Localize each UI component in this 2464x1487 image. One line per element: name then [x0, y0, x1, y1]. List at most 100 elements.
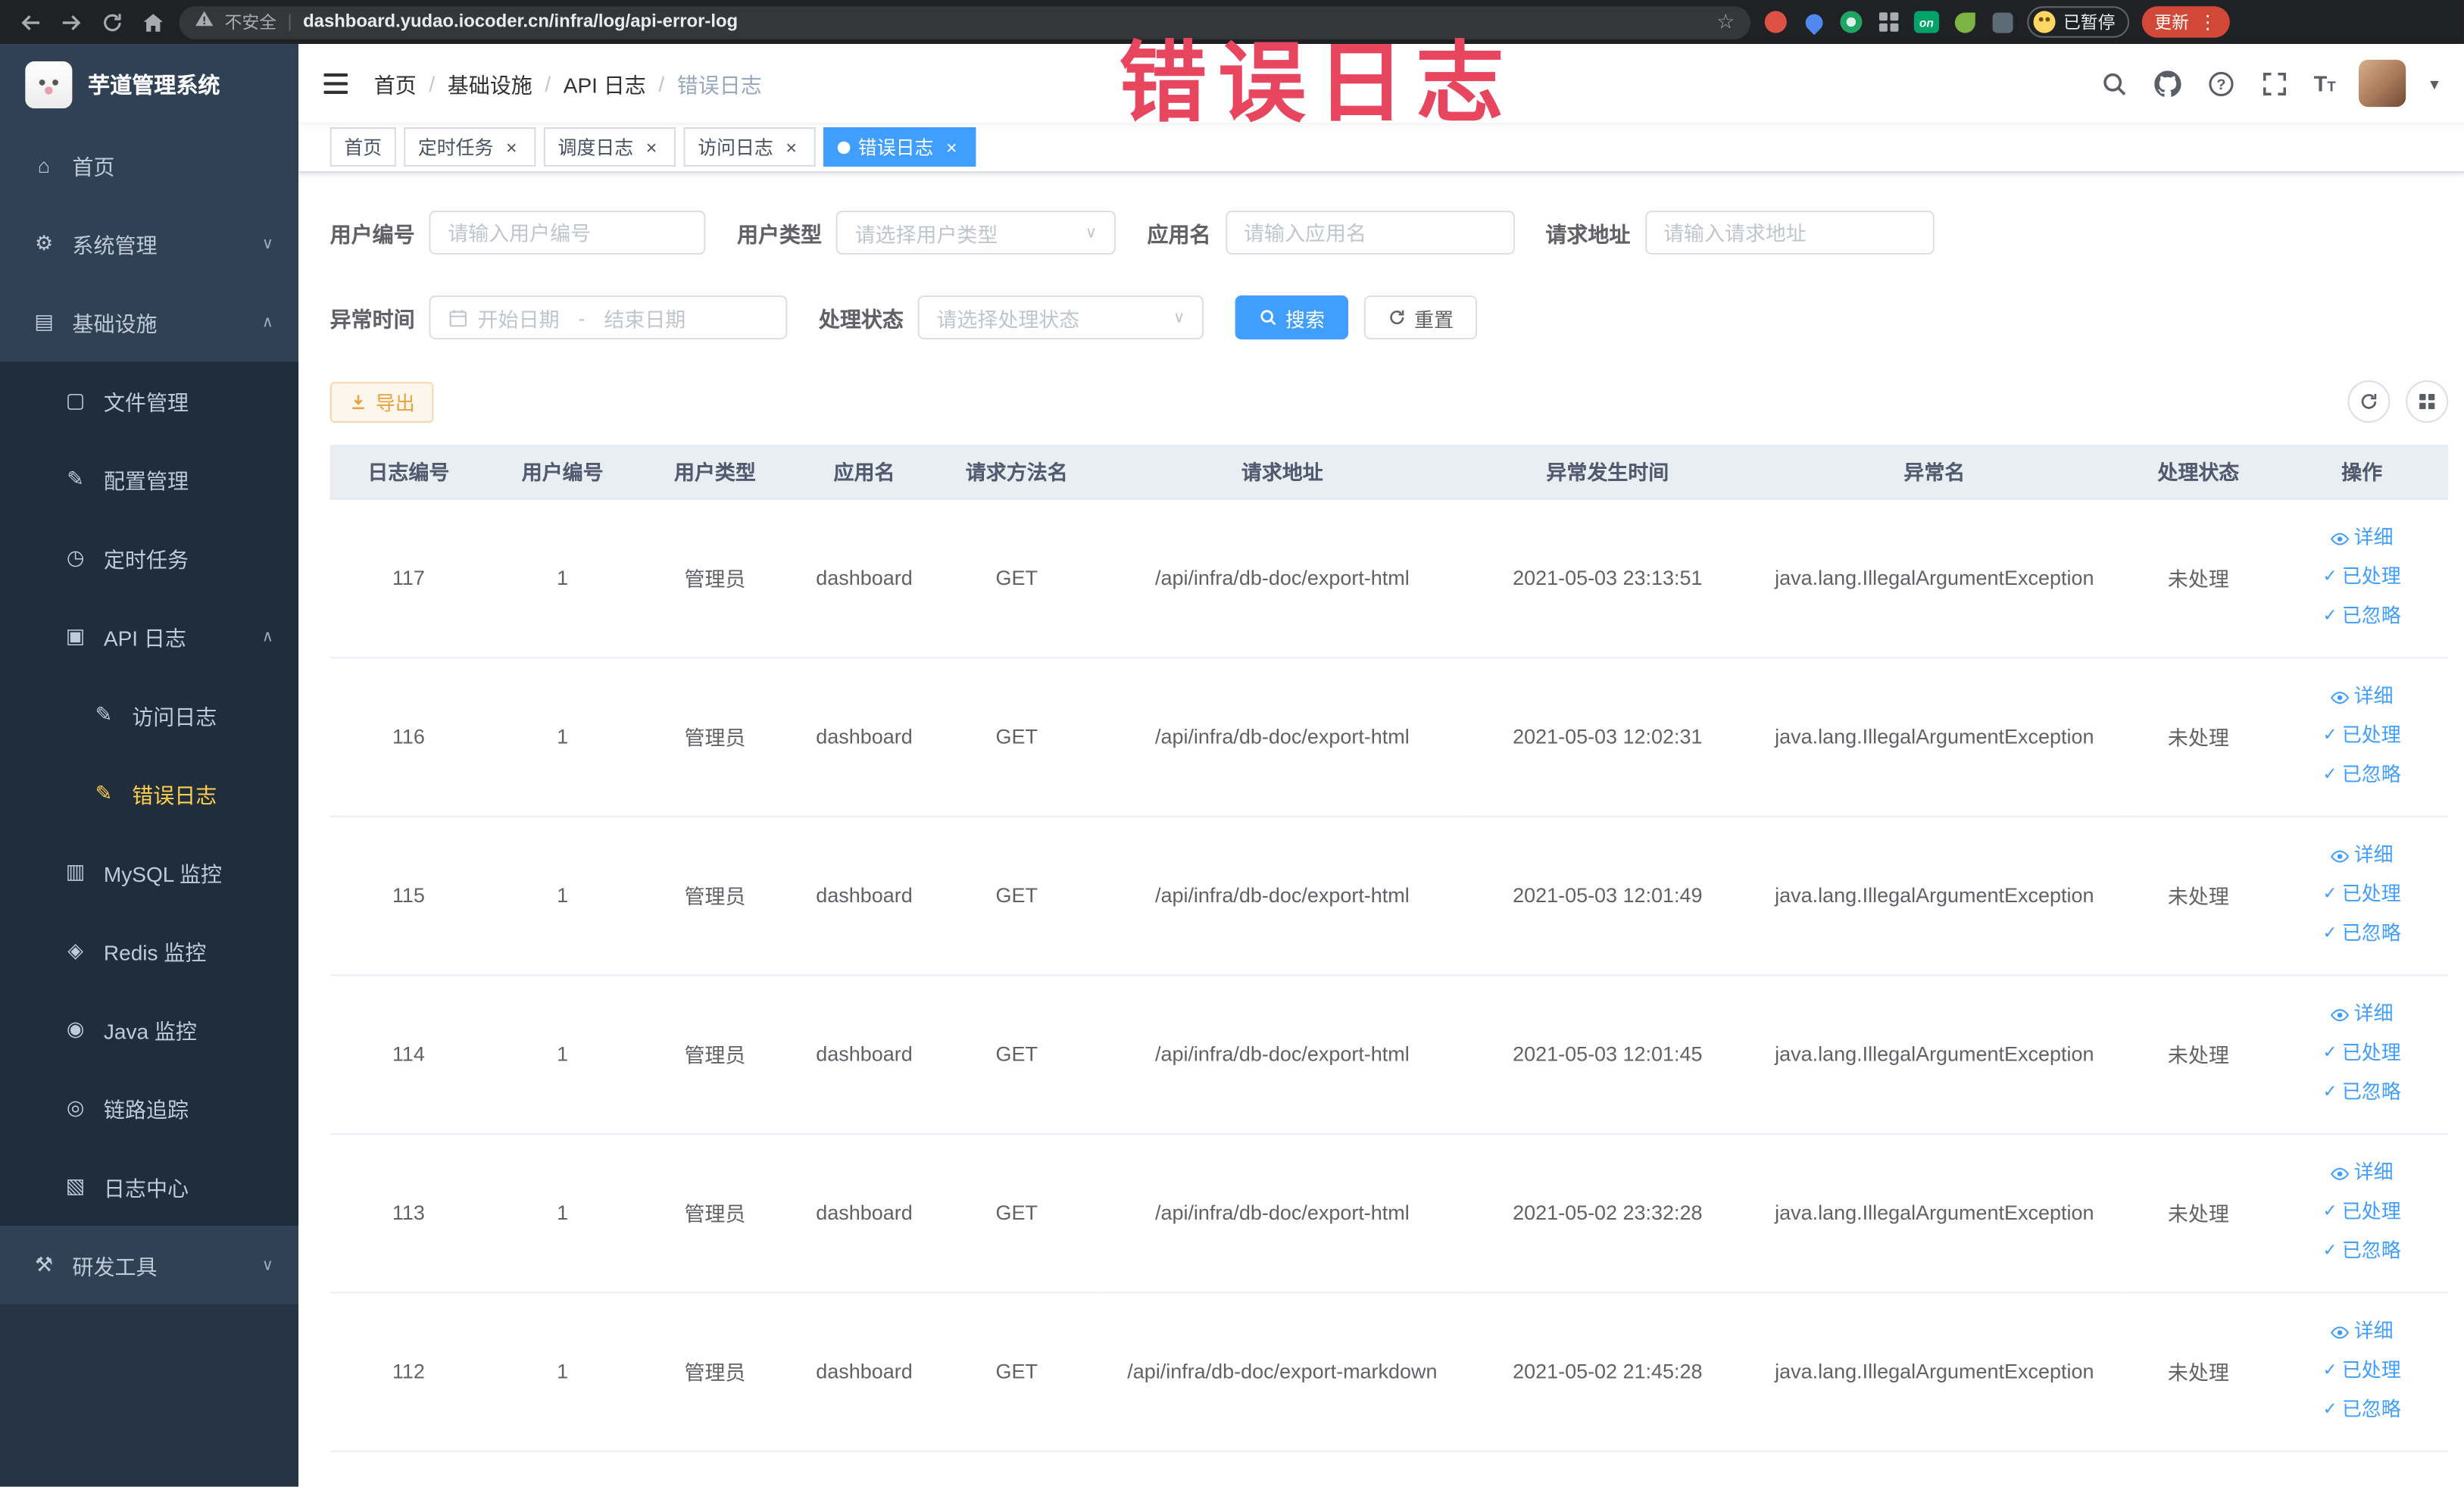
app-name-input[interactable]: [1225, 210, 1514, 255]
sidebar-item-java-monitor[interactable]: ◉ Java 监控: [0, 989, 299, 1069]
url-text: dashboard.yudao.iocoder.cn/infra/log/api…: [303, 12, 739, 32]
github-icon[interactable]: [2153, 68, 2183, 98]
cell-request-url: /api/infra/db-doc/export-html: [1097, 974, 1468, 1134]
sidebar-item-api-log[interactable]: ▣ API 日志 ∧: [0, 597, 299, 676]
sidebar-item-error-log[interactable]: ✎ 错误日志: [0, 754, 299, 833]
user-type-select[interactable]: 请选择用户类型 ∨: [835, 210, 1116, 255]
tab-label: 首页: [344, 136, 383, 159]
reset-button[interactable]: 重置: [1363, 295, 1478, 340]
export-button[interactable]: 导出: [329, 381, 434, 423]
extension-dark-icon[interactable]: [1989, 9, 2014, 34]
refresh-button[interactable]: [2347, 380, 2391, 423]
omnibox-separator: |: [287, 12, 292, 32]
profile-sync-paused-chip[interactable]: 已暂停: [2027, 6, 2130, 38]
tab-error-log[interactable]: 错误日志 ×: [823, 127, 976, 167]
back-icon[interactable]: [16, 8, 44, 36]
address-bar[interactable]: 不安全 | dashboard.yudao.iocoder.cn/infra/l…: [179, 5, 1751, 39]
user-id-input[interactable]: [429, 210, 706, 255]
avatar[interactable]: [2359, 59, 2407, 108]
sidebar-item-system-management[interactable]: ⚙ 系统管理 ∨: [0, 205, 298, 283]
extension-red-icon[interactable]: [1763, 9, 1788, 34]
action-detail-link[interactable]: 详细: [2275, 1154, 2448, 1193]
sidebar-item-redis-monitor[interactable]: ◈ Redis 监控: [0, 911, 299, 990]
action-processed-link[interactable]: ✓ 已处理: [2275, 1034, 2448, 1073]
tab-close-icon[interactable]: ×: [642, 136, 662, 157]
bookmark-star-icon[interactable]: ☆: [1716, 9, 1735, 34]
extensions-puzzle-icon[interactable]: [1876, 9, 1901, 34]
help-icon[interactable]: ?: [2207, 68, 2237, 98]
center-icon: ▧: [65, 1173, 86, 1198]
tab-close-icon[interactable]: ×: [942, 136, 962, 157]
sidebar-item-scheduled-job[interactable]: ◷ 定时任务: [0, 518, 299, 598]
sidebar-item-dev-tools[interactable]: ⚒ 研发工具 ∨: [0, 1226, 298, 1304]
sidebar-item-config-management[interactable]: ✎ 配置管理: [0, 439, 299, 519]
browser-home-icon[interactable]: [139, 8, 167, 36]
sidebar-item-home[interactable]: ⌂ 首页: [0, 126, 298, 205]
search-button[interactable]: 搜索: [1235, 295, 1349, 340]
reload-icon[interactable]: [98, 8, 126, 36]
request-url-input[interactable]: [1644, 210, 1934, 255]
sidebar-item-access-log[interactable]: ✎ 访问日志: [0, 676, 299, 754]
action-ignore-link[interactable]: ✓ 已忽略: [2275, 914, 2448, 954]
cell-user-id: 1: [487, 1292, 639, 1451]
table-row: 113 1 管理员 dashboard GET/api/infra/db-doc/exp…: [329, 1132, 2449, 1293]
extension-drop-icon[interactable]: [1800, 9, 1826, 35]
action-detail-link[interactable]: 详细: [2275, 519, 2448, 558]
edit-icon: ✎: [67, 467, 84, 491]
browser-update-button[interactable]: 更新 ⋮: [2141, 6, 2230, 38]
process-status-select[interactable]: 请选择处理状态 ∨: [917, 295, 1204, 340]
sidebar-item-file-management[interactable]: ▢ 文件管理: [0, 361, 299, 440]
chevron-down-icon[interactable]: ▾: [2430, 73, 2438, 94]
action-detail-link[interactable]: 详细: [2275, 995, 2448, 1034]
tab-job-log[interactable]: 调度日志 ×: [543, 127, 676, 167]
action-label: 已处理: [2341, 1200, 2401, 1223]
action-processed-link[interactable]: ✓ 已处理: [2275, 1351, 2448, 1391]
breadcrumb-infrastructure[interactable]: 基础设施: [448, 67, 532, 98]
cell-request-url: /api/infra/db-doc/export-markdown: [1097, 1292, 1468, 1451]
action-processed-link[interactable]: ✓ 已处理: [2275, 558, 2448, 597]
action-detail-link[interactable]: 详细: [2275, 677, 2448, 717]
fullscreen-icon[interactable]: [2260, 68, 2290, 98]
action-ignore-link[interactable]: ✓ 已忽略: [2275, 1391, 2448, 1430]
sidebar-item-log-center[interactable]: ▧ 日志中心: [0, 1147, 299, 1226]
sidebar-item-label: MySQL 监控: [103, 862, 223, 887]
extension-on-badge-icon[interactable]: on: [1913, 9, 1940, 34]
extension-green-circle-icon[interactable]: [1838, 9, 1863, 34]
tab-home[interactable]: 首页: [329, 127, 396, 167]
gear-icon: ⚙: [34, 230, 54, 255]
forward-icon[interactable]: [57, 8, 85, 36]
tab-close-icon[interactable]: ×: [501, 136, 522, 157]
check-icon: ✓: [2322, 1400, 2338, 1420]
action-ignore-link[interactable]: ✓ 已忽略: [2275, 756, 2448, 795]
action-detail-link[interactable]: 详细: [2275, 836, 2448, 876]
hamburger-icon[interactable]: [320, 67, 351, 98]
sidebar-item-mysql-monitor[interactable]: ▥ MySQL 监控: [0, 833, 299, 912]
action-processed-link[interactable]: ✓ 已处理: [2275, 1193, 2448, 1232]
cell-method: GET: [936, 815, 1098, 976]
action-ignore-link[interactable]: ✓ 已忽略: [2275, 1232, 2448, 1271]
cell-user-type: 管理员: [638, 1292, 792, 1451]
update-label: 更新: [2154, 14, 2189, 33]
tab-access-log[interactable]: 访问日志 ×: [683, 127, 816, 167]
check-icon: ✓: [2322, 1043, 2338, 1063]
font-size-icon[interactable]: TT: [2314, 70, 2336, 95]
sidebar-item-label: Redis 监控: [103, 941, 207, 965]
sidebar-logo[interactable]: 芋道管理系统: [0, 44, 299, 126]
action-detail-link[interactable]: 详细: [2275, 1312, 2448, 1351]
action-ignore-link[interactable]: ✓ 已忽略: [2275, 597, 2448, 636]
extension-leaf-icon[interactable]: [1952, 9, 1977, 34]
table-row: 117 1 管理员 dashboard GET/api/infra/db-doc/exp…: [329, 498, 2449, 658]
sidebar-item-infrastructure[interactable]: ▤ 基础设施 ∧: [0, 283, 298, 361]
action-ignore-link[interactable]: ✓ 已忽略: [2275, 1073, 2448, 1113]
breadcrumb-home[interactable]: 首页: [374, 67, 417, 98]
browser-menu-icon[interactable]: ⋮: [2198, 11, 2217, 33]
exception-time-range-picker[interactable]: 开始日期 - 结束日期: [429, 295, 788, 340]
search-icon[interactable]: [2100, 68, 2130, 98]
sidebar-item-trace[interactable]: ◎ 链路追踪: [0, 1068, 299, 1148]
action-processed-link[interactable]: ✓ 已处理: [2275, 717, 2448, 756]
tab-job[interactable]: 定时任务 ×: [404, 127, 536, 167]
column-settings-button[interactable]: [2406, 380, 2449, 423]
breadcrumb-api-log[interactable]: API 日志: [564, 67, 646, 98]
action-processed-link[interactable]: ✓ 已处理: [2275, 876, 2448, 915]
tab-close-icon[interactable]: ×: [781, 136, 801, 157]
